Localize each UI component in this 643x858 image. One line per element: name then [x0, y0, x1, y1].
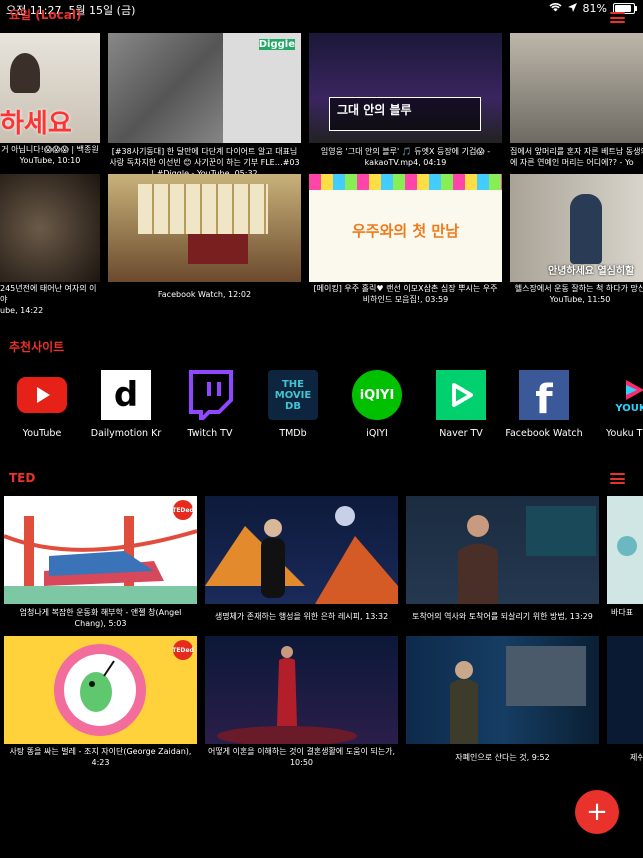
video-thumb[interactable]	[607, 636, 643, 744]
ted-ed-badge: TEDed	[172, 500, 194, 520]
video-thumb[interactable]: Diggle	[108, 33, 301, 143]
site-dailymotion[interactable]: d Dailymotion Kr	[86, 370, 166, 439]
video-caption: 사탕 똥을 싸는 벌레 - 조지 자이단(George Zaidan), 4:2…	[9, 747, 192, 767]
video-caption: 임영웅 '그대 안의 블루' 🎵 듀엣X 등장에 기겁😱 - kakaoTV.m…	[320, 147, 491, 167]
twitch-icon	[185, 370, 235, 420]
video-thumb[interactable]	[607, 496, 643, 604]
battery-percent: 81%	[582, 2, 607, 15]
youtube-icon	[17, 370, 67, 420]
video-thumb[interactable]	[0, 174, 100, 282]
site-tmdb[interactable]: THE MOVIE DB TMDb	[253, 370, 333, 439]
wifi-icon	[548, 2, 562, 15]
section-title-ted: TED	[9, 471, 36, 485]
video-caption: 어떻게 이혼을 이해하는 것이 결혼생활에 도움이 되는가, 10:50	[207, 747, 396, 767]
video-thumb[interactable]	[205, 636, 398, 744]
video-caption: 245년전에 태어난 여자의 이야 ube, 14:22	[0, 284, 97, 315]
site-youku[interactable]: YOUKU Youku T	[588, 370, 643, 439]
youku-icon: YOUKU	[610, 370, 643, 420]
video-thumb[interactable]	[108, 174, 301, 282]
video-thumb[interactable]: TEDed	[4, 636, 197, 744]
site-iqiyi[interactable]: iQIYI iQIYI	[337, 370, 417, 439]
video-thumb[interactable]: 안녕하세요 열심히할	[510, 174, 643, 282]
site-twitch[interactable]: Twitch TV	[170, 370, 250, 439]
tmdb-icon: THE MOVIE DB	[268, 370, 318, 420]
menu-icon[interactable]	[610, 473, 625, 484]
site-facebook-watch[interactable]: f Facebook Watch	[504, 370, 584, 439]
plus-icon: +	[586, 797, 608, 827]
video-thumb[interactable]	[510, 33, 643, 143]
video-caption: 자폐인으로 산다는 것, 9:52	[455, 753, 550, 762]
video-thumb[interactable]: 우주와의 첫 만남	[309, 174, 502, 282]
video-caption: 집에서 앞머리를 혼자 자른 베트남 동생의 에 자른 연예인 머리는 어디에?…	[510, 147, 643, 167]
video-caption: 토착어의 역사와 토착어를 되살리기 위한 방법, 13:29	[412, 612, 593, 621]
video-thumb[interactable]	[406, 636, 599, 744]
video-thumb[interactable]: 하세요	[0, 33, 100, 143]
naver-tv-icon	[436, 370, 486, 420]
section-title-local: 요일 (Local)	[9, 8, 82, 22]
iqiyi-icon: iQIYI	[352, 370, 402, 420]
site-naver-tv[interactable]: Naver TV	[421, 370, 501, 439]
video-caption: 제쉬	[630, 753, 643, 762]
facebook-icon: f	[519, 370, 569, 423]
video-caption: 헬스장에서 운동 잘하는 척 하다가 망신 YouTube, 11:50	[514, 284, 643, 304]
site-youtube[interactable]: YouTube	[2, 370, 82, 439]
video-thumb[interactable]: 그대 안의 블루	[309, 33, 502, 143]
video-caption: 바다표	[611, 608, 634, 617]
ted-ed-badge: TEDed	[172, 640, 194, 660]
add-button[interactable]: +	[575, 790, 619, 834]
video-thumb[interactable]	[205, 496, 398, 604]
video-thumb[interactable]	[406, 496, 599, 604]
section-title-recommended: 추천사이트	[9, 340, 65, 354]
menu-icon[interactable]	[610, 12, 625, 23]
dailymotion-icon: d	[101, 370, 151, 420]
video-caption: 생명체가 존재하는 행성을 위한 은하 레시피, 13:32	[214, 612, 389, 621]
status-bar: 오전 11:27 5월 15일 (금) 81%	[0, 0, 643, 18]
location-icon	[567, 2, 577, 15]
video-caption: [메이킹] 우주 홀릭♥ 랜선 이모X삼촌 심장 뿌시는 우주 비하인드 모음집…	[313, 284, 498, 304]
video-caption: 엄청나게 복잡한 운동화 해부학 - 앤젤 창(Angel Chang), 5:…	[19, 608, 182, 628]
video-caption: Facebook Watch, 12:02	[157, 290, 252, 299]
video-caption: 거 아닙니다!😱😱😱 | 백종원 YouTube, 10:10	[1, 145, 99, 165]
video-thumb[interactable]: TEDed	[4, 496, 197, 604]
